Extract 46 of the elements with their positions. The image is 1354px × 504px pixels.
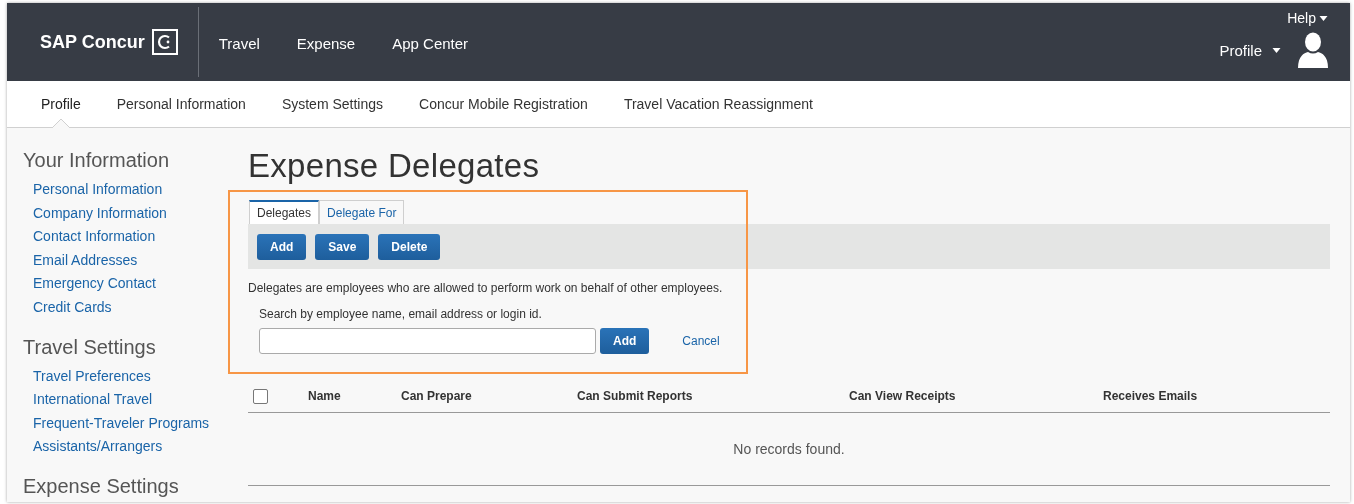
toolbar-button[interactable]: Delete bbox=[378, 233, 441, 260]
search-label: Search by employee name, email address or login id. bbox=[259, 307, 543, 321]
section-heading: Your Information bbox=[23, 149, 170, 172]
page-title: Expense Delegates bbox=[248, 146, 541, 186]
tab[interactable]: Delegates bbox=[249, 200, 320, 224]
nav-link[interactable]: Travel bbox=[218, 35, 260, 52]
sidebar-link[interactable]: Frequent-Traveler Programs bbox=[23, 411, 248, 436]
sidebar-link[interactable]: Credit Cards bbox=[23, 295, 248, 320]
toolbar-button[interactable]: Add bbox=[257, 233, 307, 260]
subnav-tab[interactable]: Travel Vacation Reassignment bbox=[623, 81, 813, 127]
cancel-link[interactable]: Cancel bbox=[682, 334, 720, 348]
sidebar-link[interactable]: Company Information bbox=[23, 201, 248, 226]
sidebar-link[interactable]: International Travel bbox=[23, 388, 248, 412]
empty-message: No records found. bbox=[248, 413, 1330, 486]
profile-menu[interactable]: Profile bbox=[1219, 41, 1281, 59]
column-header[interactable]: Receives Emails bbox=[1103, 389, 1330, 403]
nav-link[interactable]: Expense bbox=[296, 35, 356, 52]
column-header[interactable]: Can Submit Reports bbox=[577, 389, 849, 403]
column-header[interactable]: Name bbox=[308, 389, 401, 403]
add-button[interactable]: Add bbox=[600, 328, 650, 354]
subnav-tab[interactable]: Personal Information bbox=[116, 81, 246, 127]
column-header[interactable]: Can View Receipts bbox=[849, 389, 1103, 403]
toolbar-button[interactable]: Save bbox=[315, 233, 370, 260]
tab[interactable]: Delegate For bbox=[319, 200, 405, 224]
subnav-tab[interactable]: System Settings bbox=[281, 81, 384, 127]
nav-link[interactable]: App Center bbox=[392, 35, 469, 52]
logo-mark-icon bbox=[151, 29, 178, 55]
sidebar-link[interactable]: Personal Information bbox=[23, 178, 248, 202]
section-heading: Travel Settings bbox=[23, 335, 157, 359]
sidebar-link[interactable]: Contact Information bbox=[23, 225, 248, 249]
help-menu[interactable]: Help bbox=[1287, 10, 1328, 26]
user-avatar-icon[interactable] bbox=[1298, 32, 1328, 68]
section-heading: Expense Settings bbox=[23, 474, 180, 498]
sidebar-link[interactable]: Email Addresses bbox=[23, 248, 248, 273]
column-header[interactable]: Can Prepare bbox=[401, 389, 577, 403]
sidebar-link[interactable]: Emergency Contact bbox=[23, 272, 248, 296]
subnav-tab[interactable]: Concur Mobile Registration bbox=[419, 81, 588, 127]
logo[interactable]: SAP Concur bbox=[40, 31, 145, 53]
sidebar-link[interactable]: Assistants/Arrangers bbox=[23, 435, 248, 459]
description-text: Delegates are employees who are allowed to perform work on behalf of other employees. bbox=[248, 281, 724, 295]
select-all-checkbox[interactable] bbox=[253, 388, 268, 404]
subnav-tab[interactable]: Profile bbox=[41, 81, 81, 127]
employee-search-field[interactable] bbox=[259, 328, 596, 354]
caret-icon bbox=[1319, 15, 1328, 21]
caret-icon bbox=[1272, 47, 1281, 53]
sidebar-link[interactable]: Travel Preferences bbox=[23, 364, 248, 389]
